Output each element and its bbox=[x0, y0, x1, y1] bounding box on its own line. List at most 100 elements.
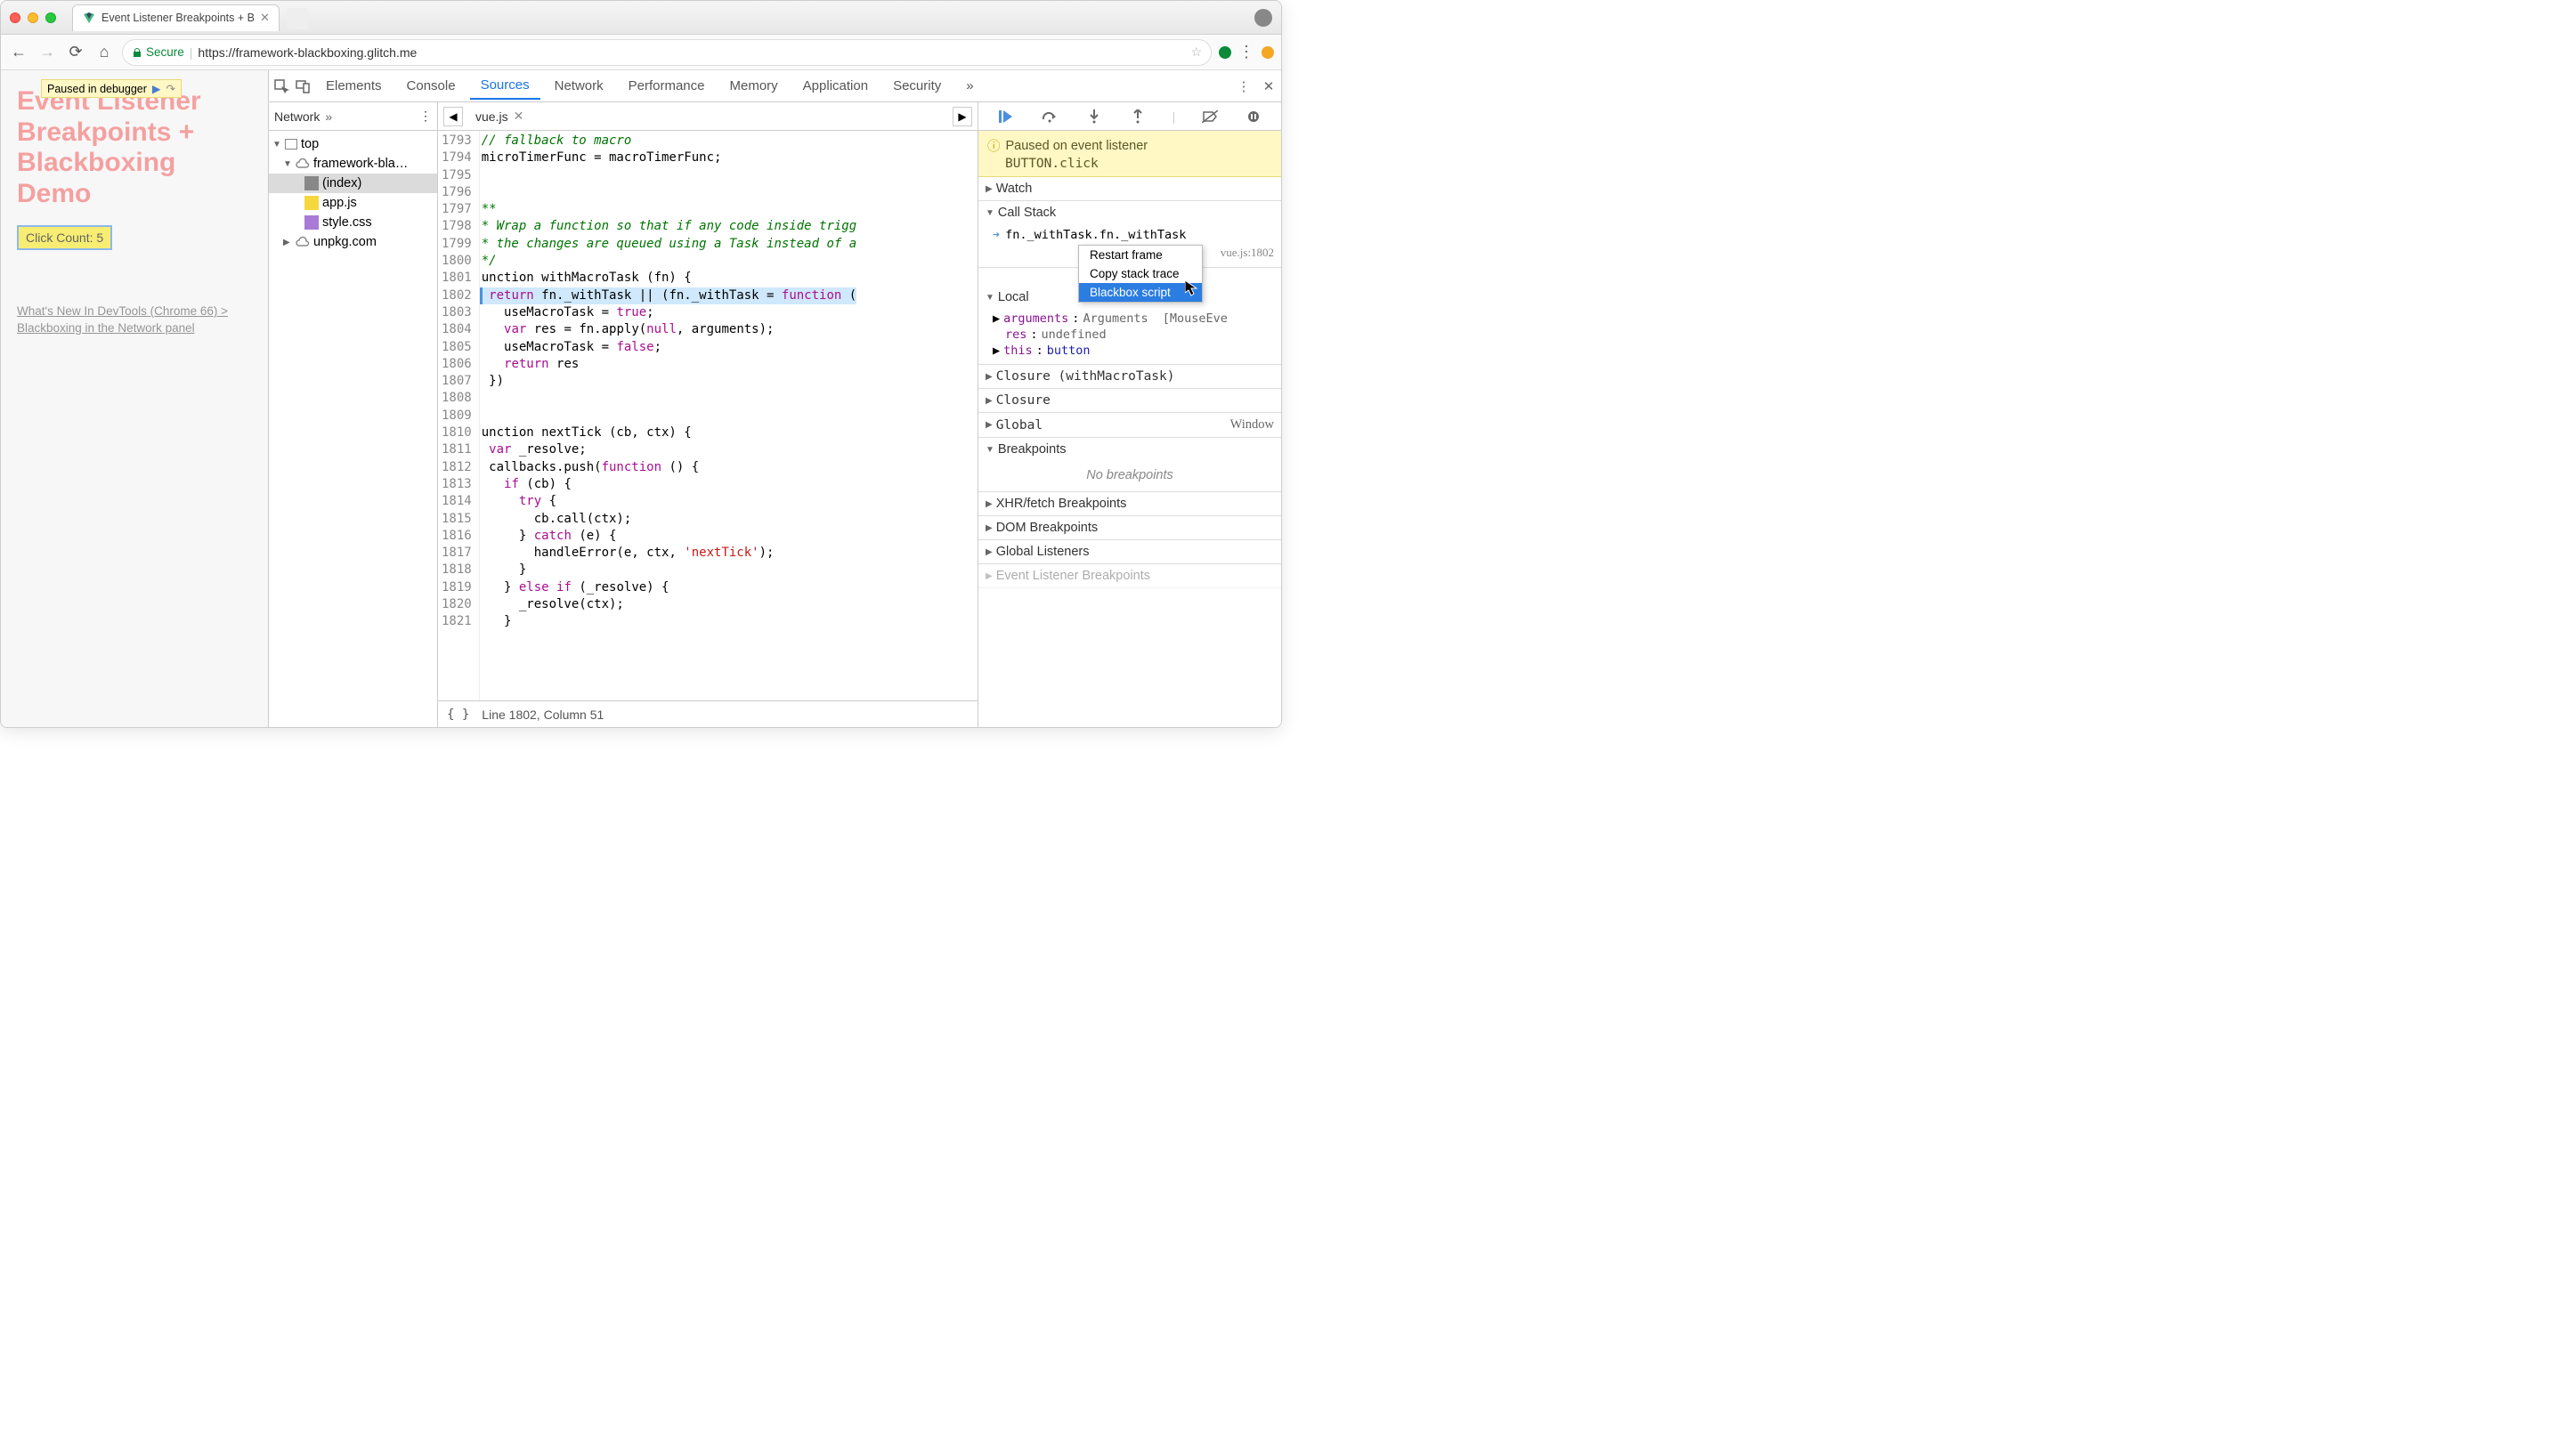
tree-file-stylecss[interactable]: style.css bbox=[269, 213, 437, 232]
code-editor: ◀ vue.js ✕ ▶ 179317941795179617971798179… bbox=[438, 102, 978, 727]
stack-source-link[interactable]: vue.js:1802 bbox=[1221, 246, 1278, 260]
panel-tab-elements[interactable]: Elements bbox=[315, 73, 393, 99]
info-icon: ⓘ bbox=[987, 136, 1001, 155]
scope-res[interactable]: res: undefined bbox=[993, 327, 1278, 343]
editor-nav-back[interactable]: ◀ bbox=[443, 107, 463, 126]
scope-closure2-header[interactable]: ▶Closure bbox=[978, 389, 1281, 412]
code-body: // fallback to macromicroTimerFunc = mac… bbox=[480, 131, 856, 700]
resume-button[interactable] bbox=[996, 107, 1016, 126]
scope-arguments[interactable]: ▶arguments: Arguments [MouseEve bbox=[993, 311, 1278, 327]
browser-toolbar: ← → ⟳ ⌂ Secure | https://framework-black… bbox=[1, 35, 1281, 70]
browser-menu-button[interactable]: ⋮ bbox=[1238, 43, 1254, 61]
tab-title: Event Listener Breakpoints + B bbox=[101, 12, 255, 24]
star-icon[interactable]: ☆ bbox=[1190, 44, 1202, 60]
pause-exceptions-button[interactable] bbox=[1244, 107, 1263, 126]
no-breakpoints-text: No breakpoints bbox=[978, 461, 1281, 491]
click-count-button[interactable]: Click Count: 5 bbox=[17, 225, 112, 250]
deactivate-breakpoints-button[interactable] bbox=[1200, 107, 1220, 126]
step-over-button[interactable] bbox=[1040, 107, 1059, 126]
dom-breakpoints-header[interactable]: ▶DOM Breakpoints bbox=[978, 516, 1281, 539]
cursor-icon bbox=[1185, 280, 1197, 296]
cursor-position: Line 1802, Column 51 bbox=[482, 708, 604, 722]
extension-icon-2[interactable] bbox=[1262, 46, 1274, 59]
minimize-window-button[interactable] bbox=[28, 12, 38, 23]
panel-tab-sources[interactable]: Sources bbox=[470, 72, 540, 100]
devtools-menu-button[interactable]: ⋮ bbox=[1235, 77, 1253, 95]
context-menu-copy-stack[interactable]: Copy stack trace bbox=[1079, 264, 1202, 283]
devtools-tabs: Elements Console Sources Network Perform… bbox=[269, 70, 1281, 102]
navigator-more-tabs[interactable]: » bbox=[325, 109, 332, 124]
frame-icon bbox=[285, 139, 297, 150]
home-button[interactable]: ⌂ bbox=[93, 42, 115, 63]
lock-icon bbox=[132, 47, 142, 58]
panel-tab-application[interactable]: Application bbox=[792, 73, 879, 99]
user-avatar-icon[interactable] bbox=[1254, 9, 1272, 27]
device-mode-icon[interactable] bbox=[294, 77, 312, 95]
context-menu: Restart frame Copy stack trace Blackbox … bbox=[1078, 245, 1203, 303]
inspect-icon[interactable] bbox=[272, 77, 290, 95]
line-gutter: 1793179417951796179717981799180018011802… bbox=[438, 131, 480, 700]
panel-tab-memory[interactable]: Memory bbox=[719, 73, 789, 99]
panel-tab-security[interactable]: Security bbox=[882, 73, 952, 99]
close-window-button[interactable] bbox=[10, 12, 20, 23]
scope-global-header[interactable]: ▶GlobalWindow bbox=[978, 413, 1281, 437]
scope-closure1-header[interactable]: ▶Closure (withMacroTask) bbox=[978, 365, 1281, 388]
panel-tab-console[interactable]: Console bbox=[396, 73, 467, 99]
current-frame-icon: ➔ bbox=[993, 228, 1000, 242]
devtools-panel: Elements Console Sources Network Perform… bbox=[268, 70, 1281, 727]
article-link[interactable]: What's New In DevTools (Chrome 66) > Bla… bbox=[17, 303, 252, 337]
tree-domain[interactable]: ▼ framework-bla… bbox=[269, 154, 437, 174]
resume-icon[interactable]: ▶ bbox=[152, 82, 161, 95]
navigator-tab[interactable]: Network bbox=[274, 109, 320, 124]
step-into-button[interactable] bbox=[1084, 107, 1104, 126]
breakpoints-section-header[interactable]: ▼Breakpoints bbox=[978, 438, 1281, 461]
code-area[interactable]: 1793179417951796179717981799180018011802… bbox=[438, 131, 978, 700]
file-icon bbox=[304, 176, 319, 190]
back-button[interactable]: ← bbox=[8, 42, 29, 63]
css-file-icon bbox=[304, 215, 319, 230]
event-listener-breakpoints-header[interactable]: ▶Event Listener Breakpoints bbox=[978, 564, 1281, 587]
xhr-breakpoints-header[interactable]: ▶XHR/fetch Breakpoints bbox=[978, 492, 1281, 515]
rendered-page: Paused in debugger ▶ ↷ Event Listener Br… bbox=[1, 70, 268, 727]
scope-this[interactable]: ▶this: button bbox=[993, 343, 1278, 359]
step-out-button[interactable] bbox=[1128, 107, 1148, 126]
window-titlebar: Event Listener Breakpoints + B ✕ bbox=[1, 1, 1281, 35]
devtools-close-button[interactable]: ✕ bbox=[1260, 77, 1278, 95]
maximize-window-button[interactable] bbox=[45, 12, 56, 23]
forward-button[interactable]: → bbox=[37, 42, 58, 63]
editor-file-tab[interactable]: vue.js ✕ bbox=[470, 105, 529, 127]
vue-favicon bbox=[82, 11, 96, 25]
panel-tab-network[interactable]: Network bbox=[544, 73, 614, 99]
page-heading: Event Listener Breakpoints + Blackboxing… bbox=[17, 86, 252, 209]
context-menu-blackbox-script[interactable]: Blackbox script bbox=[1079, 283, 1202, 302]
extension-icon[interactable] bbox=[1219, 46, 1231, 59]
address-bar[interactable]: Secure | https://framework-blackboxing.g… bbox=[122, 39, 1212, 66]
new-tab-button[interactable] bbox=[287, 8, 308, 29]
panel-tab-more[interactable]: » bbox=[955, 73, 984, 99]
cloud-icon bbox=[296, 157, 310, 171]
editor-status-bar: { } Line 1802, Column 51 bbox=[438, 700, 978, 727]
url-text: https://framework-blackboxing.glitch.me bbox=[198, 45, 417, 60]
tree-domain-2[interactable]: ▶ unpkg.com bbox=[269, 232, 437, 252]
debugger-sidebar: | ⓘPaused on event listener BUTTON.click… bbox=[978, 102, 1281, 727]
navigator-menu-button[interactable]: ⋮ bbox=[419, 109, 432, 124]
callstack-section-header[interactable]: ▼Call Stack bbox=[978, 201, 1281, 224]
panel-tab-performance[interactable]: Performance bbox=[618, 73, 716, 99]
editor-nav-fwd[interactable]: ▶ bbox=[953, 107, 972, 126]
watch-section-header[interactable]: ▶Watch bbox=[978, 177, 1281, 200]
secure-badge: Secure bbox=[132, 45, 184, 59]
stack-frame[interactable]: ➔ fn._withTask.fn._withTask bbox=[993, 226, 1278, 244]
tab-close-button[interactable]: ✕ bbox=[260, 11, 270, 25]
pretty-print-button[interactable]: { } bbox=[447, 708, 469, 722]
close-file-button[interactable]: ✕ bbox=[514, 109, 524, 124]
tree-file-appjs[interactable]: app.js bbox=[269, 193, 437, 213]
pause-banner: ⓘPaused on event listener BUTTON.click bbox=[978, 131, 1281, 177]
tree-frame-top[interactable]: ▼ top bbox=[269, 134, 437, 154]
global-listeners-header[interactable]: ▶Global Listeners bbox=[978, 540, 1281, 563]
sources-navigator: Network » ⋮ ▼ top ▼ framework bbox=[269, 102, 438, 727]
context-menu-restart-frame[interactable]: Restart frame bbox=[1079, 246, 1202, 264]
tree-file-index[interactable]: (index) bbox=[269, 174, 437, 193]
step-icon[interactable]: ↷ bbox=[166, 82, 175, 95]
browser-tab[interactable]: Event Listener Breakpoints + B ✕ bbox=[72, 4, 280, 31]
reload-button[interactable]: ⟳ bbox=[65, 42, 86, 63]
